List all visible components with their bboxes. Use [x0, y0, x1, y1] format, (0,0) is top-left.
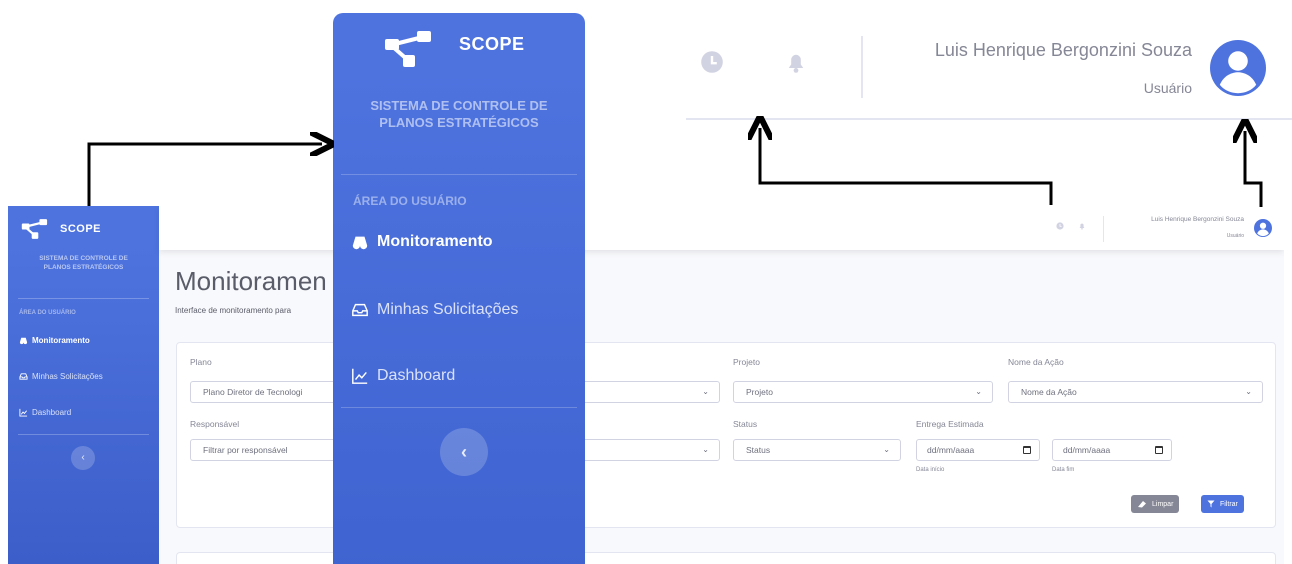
- clear-button-label: Limpar: [1152, 500, 1174, 508]
- status-select-value: Status: [746, 445, 771, 455]
- acao-select[interactable]: Nome da Ação ⌄: [1008, 381, 1263, 403]
- responsavel-label: Responsável: [190, 419, 240, 429]
- sidebar-zoomed: SCOPE SISTEMA DE CONTROLE DE PLANOS ESTR…: [333, 13, 585, 564]
- topbar-divider: [861, 36, 863, 98]
- filter-button[interactable]: Filtrar: [1201, 495, 1244, 513]
- bell-button[interactable]: [784, 50, 808, 79]
- topbar-icons: [1056, 222, 1086, 230]
- chevron-down-icon: ⌄: [702, 445, 709, 454]
- sidebar-toggle-button[interactable]: ‹: [440, 428, 488, 476]
- date-end-placeholder: dd/mm/aaaa: [1063, 445, 1111, 455]
- brand-subtitle-line2: PLANOS ESTRATÉGICOS: [43, 264, 124, 271]
- sidebar-item-label: Monitoramento: [32, 336, 90, 345]
- sidebar-heading: ÁREA DO USUÁRIO: [353, 194, 467, 208]
- brand-subtitle-line1: SISTEMA DE CONTROLE DE: [370, 98, 548, 113]
- binoculars-icon: [19, 337, 28, 345]
- chevron-down-icon: ⌄: [883, 445, 890, 454]
- user-name[interactable]: Luis Henrique Bergonzini Souza: [1151, 216, 1244, 223]
- chart-area-icon: [19, 408, 28, 417]
- projeto-select[interactable]: Projeto ⌄: [733, 381, 993, 403]
- date-start-input[interactable]: dd/mm/aaaa: [916, 439, 1040, 461]
- date-start-hint: Data início: [916, 467, 945, 473]
- user-role: Usuário: [1143, 80, 1192, 96]
- user-role: Usuário: [1226, 233, 1244, 239]
- acao-label: Nome da Ação: [1008, 357, 1064, 367]
- clock-button[interactable]: [700, 50, 724, 79]
- eraser-icon: [1138, 501, 1146, 508]
- sidebar-toggle-button[interactable]: ‹: [71, 446, 95, 470]
- sidebar-item-label: Dashboard: [32, 408, 72, 417]
- clock-icon: [701, 51, 723, 73]
- chevron-down-icon: ⌄: [702, 387, 709, 396]
- status-label: Status: [733, 419, 758, 429]
- user-circle-icon[interactable]: [1210, 40, 1266, 96]
- page-description: Interface de monitoramento para: [175, 306, 292, 315]
- date-end-input[interactable]: dd/mm/aaaa: [1052, 439, 1172, 461]
- network-logo-icon: [385, 31, 431, 67]
- sidebar-item-label: Dashboard: [377, 367, 456, 384]
- arrow-icons-zoom: [760, 128, 1053, 205]
- sidebar-divider: [18, 298, 149, 299]
- sidebar-heading: ÁREA DO USUÁRIO: [19, 310, 76, 316]
- brand-name: SCOPE: [60, 223, 102, 235]
- sidebar: SCOPE SISTEMA DE CONTROLE DE PLANOS ESTR…: [8, 206, 159, 564]
- status-select[interactable]: Status ⌄: [733, 439, 901, 461]
- sidebar-item-minhas-solicitacoes[interactable]: Minhas Solicitações: [351, 301, 518, 319]
- chevron-down-icon: ⌄: [1245, 387, 1252, 396]
- inbox-icon: [19, 373, 28, 380]
- topbar-zoomed: Luis Henrique Bergonzini Souza Usuário: [686, 0, 1292, 120]
- binoculars-icon: [352, 236, 368, 250]
- sidebar-item-monitoramento[interactable]: Monitoramento: [19, 336, 90, 345]
- topbar: Luis Henrique Bergonzini Souza Usuário: [159, 206, 1284, 250]
- sidebar-item-monitoramento[interactable]: Monitoramento: [351, 233, 493, 251]
- clear-button[interactable]: Limpar: [1131, 495, 1180, 513]
- responsavel-placeholder: Filtrar por responsável: [203, 445, 288, 455]
- plano-label: Plano: [190, 357, 212, 367]
- date-start-placeholder: dd/mm/aaaa: [927, 445, 975, 455]
- chart-area-icon: [352, 368, 368, 384]
- sidebar-brand-zoomed[interactable]: SCOPE: [383, 29, 525, 69]
- clock-icon[interactable]: [1056, 222, 1064, 230]
- calendar-icon[interactable]: [1155, 446, 1163, 454]
- sidebar-brand[interactable]: SCOPE: [20, 218, 101, 240]
- inbox-icon: [352, 303, 368, 317]
- sidebar-divider: [341, 407, 577, 408]
- arrow-avatar-zoom: [1245, 131, 1263, 207]
- page-title: Monitoramen: [175, 266, 327, 296]
- sidebar-divider: [18, 434, 149, 435]
- brand-subtitle: SISTEMA DE CONTROLE DE PLANOS ESTRATÉGIC…: [333, 97, 585, 131]
- network-logo-icon: [21, 219, 48, 239]
- bell-icon: [788, 54, 804, 73]
- user-name[interactable]: Luis Henrique Bergonzini Souza: [935, 40, 1192, 61]
- brand-name: SCOPE: [459, 33, 525, 54]
- plano-select-value: Plano Diretor de Tecnologi: [203, 387, 303, 397]
- brand-subtitle-line2: PLANOS ESTRATÉGICOS: [379, 115, 539, 130]
- sidebar-item-minhas-solicitacoes[interactable]: Minhas Solicitações: [19, 372, 103, 381]
- sidebar-item-label: Minhas Solicitações: [377, 301, 519, 318]
- sidebar-item-dashboard[interactable]: Dashboard: [19, 408, 71, 417]
- brand-subtitle: SISTEMA DE CONTROLE DE PLANOS ESTRATÉGIC…: [8, 254, 159, 272]
- entrega-label: Entrega Estimada: [916, 419, 984, 429]
- filter-icon: [1207, 500, 1215, 508]
- sidebar-item-label: Minhas Solicitações: [32, 372, 103, 381]
- topbar-divider: [1103, 216, 1104, 242]
- sidebar-divider: [341, 174, 577, 175]
- arrow-sidebar-zoom: [87, 144, 322, 206]
- date-end-hint: Data fim: [1052, 467, 1075, 473]
- chevron-down-icon: ⌄: [975, 387, 982, 396]
- user-circle-icon[interactable]: [1254, 219, 1272, 237]
- tutorial-composite: SCOPE SISTEMA DE CONTROLE DE PLANOS ESTR…: [0, 0, 1292, 564]
- sidebar-item-label: Monitoramento: [377, 233, 493, 250]
- app-screenshot-small: SCOPE SISTEMA DE CONTROLE DE PLANOS ESTR…: [8, 206, 1284, 564]
- acao-select-value: Nome da Ação: [1021, 387, 1077, 397]
- brand-subtitle-line1: SISTEMA DE CONTROLE DE: [39, 255, 128, 262]
- sidebar-item-dashboard[interactable]: Dashboard: [351, 367, 455, 385]
- calendar-icon[interactable]: [1023, 446, 1031, 454]
- filter-button-label: Filtrar: [1220, 500, 1238, 508]
- bell-icon[interactable]: [1078, 222, 1086, 230]
- projeto-label: Projeto: [733, 357, 760, 367]
- projeto-select-value: Projeto: [746, 387, 773, 397]
